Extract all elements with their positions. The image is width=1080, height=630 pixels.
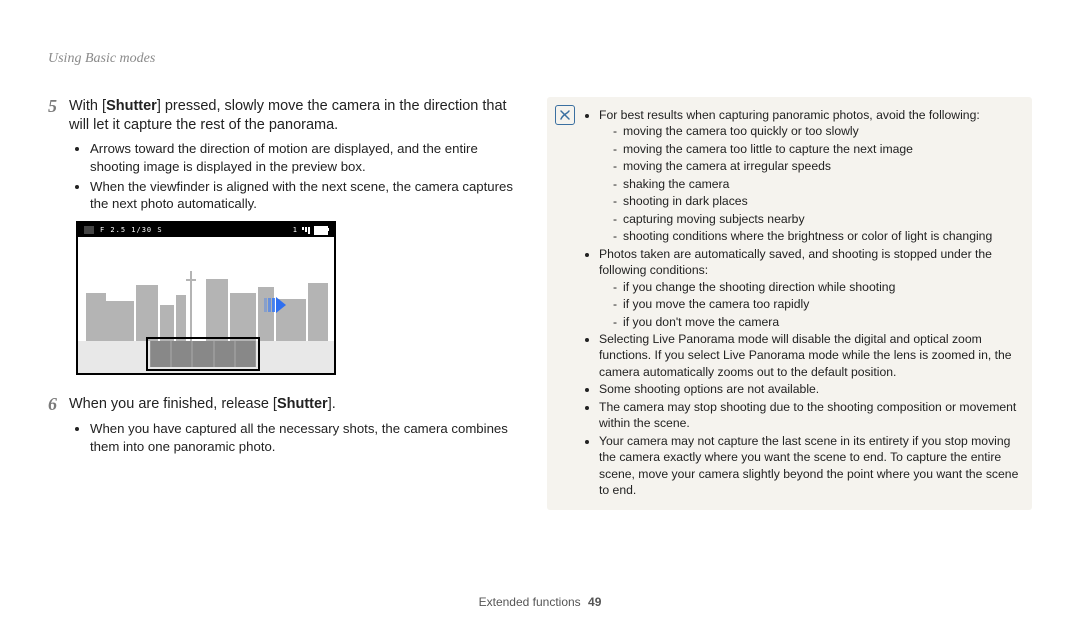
step-5: 5 With [Shutter] pressed, slowly move th… <box>48 97 523 136</box>
tip-item: Some shooting options are not available. <box>599 381 1020 397</box>
tip-text: Photos taken are automatically saved, an… <box>599 247 992 277</box>
tip-subitem: shaking the camera <box>613 176 1020 192</box>
step-text-pre: When you are finished, release [ <box>69 396 277 412</box>
shot-count: 1 <box>293 226 298 235</box>
tip-subitem: capturing moving subjects nearby <box>613 211 1020 227</box>
step-text: With [Shutter] pressed, slowly move the … <box>69 97 523 136</box>
step-text-post: ]. <box>328 396 336 412</box>
left-column: 5 With [Shutter] pressed, slowly move th… <box>48 97 523 510</box>
tip-item: Selecting Live Panorama mode will disabl… <box>599 331 1020 380</box>
tip-text: For best results when capturing panorami… <box>599 108 980 122</box>
bullet-item: When you have captured all the necessary… <box>90 420 523 456</box>
step-5-bullets: Arrows toward the direction of motion ar… <box>76 140 523 213</box>
capture-frame <box>146 337 260 371</box>
tip-item: Photos taken are automatically saved, an… <box>599 246 1020 330</box>
camera-preview: F 2.5 1/30 S 1 <box>76 221 336 375</box>
section-header: Using Basic modes <box>48 50 1032 69</box>
tip-sublist: moving the camera too quickly or too slo… <box>599 123 1020 244</box>
tip-subitem: if you move the camera too rapidly <box>613 296 1020 312</box>
tip-item: Your camera may not capture the last sce… <box>599 433 1020 499</box>
tip-box: For best results when capturing panorami… <box>547 97 1032 510</box>
tip-subitem: shooting in dark places <box>613 193 1020 209</box>
tip-subitem: moving the camera too little to capture … <box>613 141 1020 157</box>
shutter-label: Shutter <box>106 98 157 114</box>
tip-list: For best results when capturing panorami… <box>585 107 1020 499</box>
step-number: 6 <box>48 394 57 416</box>
tip-subitem: moving the camera at irregular speeds <box>613 158 1020 174</box>
page: Using Basic modes 5 With [Shutter] press… <box>0 0 1080 510</box>
tip-item: The camera may stop shooting due to the … <box>599 399 1020 432</box>
exposure-readout: F 2.5 1/30 S <box>100 226 163 235</box>
content-columns: 5 With [Shutter] pressed, slowly move th… <box>48 97 1032 510</box>
bullet-item: When the viewfinder is aligned with the … <box>90 178 523 214</box>
tip-subitem: moving the camera too quickly or too slo… <box>613 123 1020 139</box>
footer-section: Extended functions <box>479 595 581 609</box>
page-number: 49 <box>588 595 601 609</box>
mode-icon <box>84 226 94 234</box>
bullet-item: Arrows toward the direction of motion ar… <box>90 140 523 176</box>
battery-icon <box>314 226 328 235</box>
shutter-label: Shutter <box>277 396 328 412</box>
direction-arrow-icon <box>264 297 286 313</box>
note-icon <box>555 105 575 125</box>
tip-sublist: if you change the shooting direction whi… <box>599 279 1020 330</box>
step-6: 6 When you are finished, release [Shutte… <box>48 395 523 416</box>
tip-subitem: if you change the shooting direction whi… <box>613 279 1020 295</box>
step-text: When you are finished, release [Shutter]… <box>69 395 336 416</box>
step-number: 5 <box>48 96 57 136</box>
tip-subitem: shooting conditions where the brightness… <box>613 228 1020 244</box>
right-column: For best results when capturing panorami… <box>547 97 1032 510</box>
step-text-pre: With [ <box>69 98 106 114</box>
tip-item: For best results when capturing panorami… <box>599 107 1020 245</box>
step-6-bullets: When you have captured all the necessary… <box>76 420 523 456</box>
preview-status-left: F 2.5 1/30 S <box>84 226 163 235</box>
tip-subitem: if you don't move the camera <box>613 314 1020 330</box>
preview-status-right: 1 <box>293 226 328 235</box>
signal-icon <box>302 227 310 234</box>
preview-status-bar: F 2.5 1/30 S 1 <box>78 223 334 237</box>
preview-scene <box>78 237 334 373</box>
page-footer: Extended functions 49 <box>0 594 1080 610</box>
